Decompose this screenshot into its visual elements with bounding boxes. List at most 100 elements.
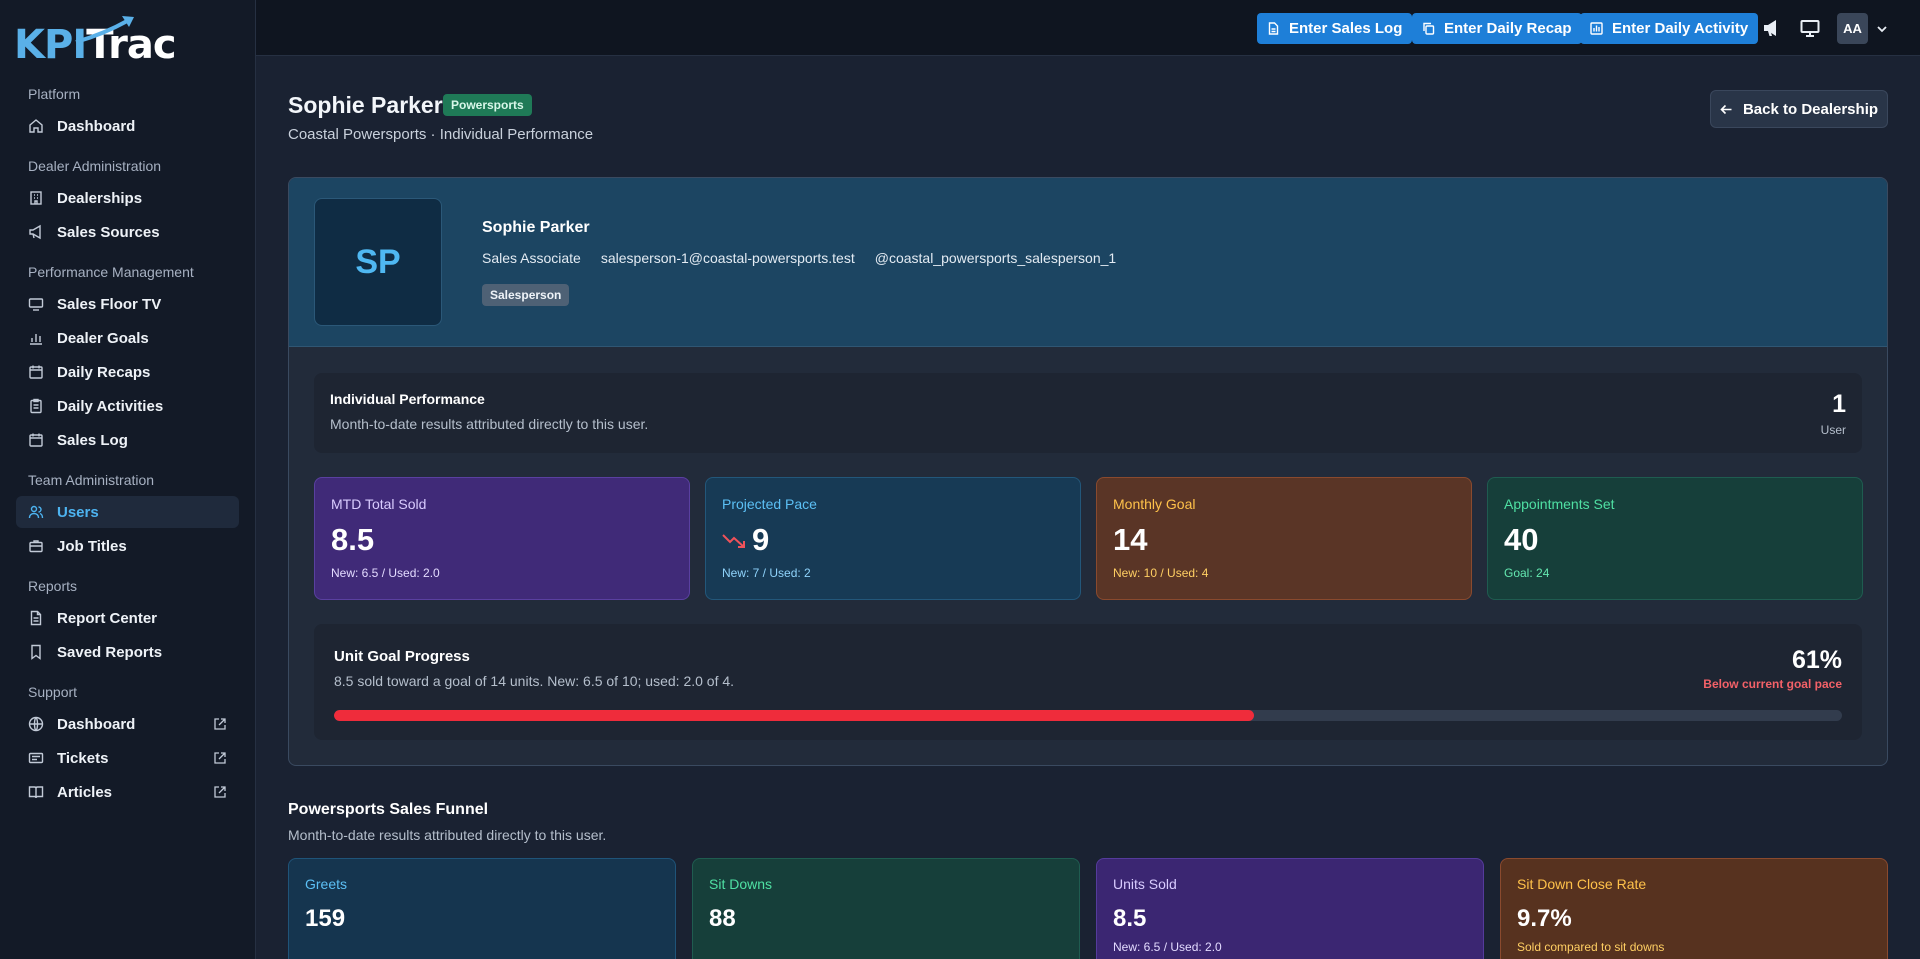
user-meta: Sales Associate salesperson-1@coastal-po… [482,250,1116,266]
enter-sales-log-label: Enter Sales Log [1289,20,1403,37]
user-username: @coastal_powersports_salesperson_1 [874,250,1117,266]
user-count: 1 [1832,390,1846,418]
section-title-support: Support [28,684,78,700]
document-icon [28,610,44,626]
funnel-subtitle: Month-to-date results attributed directl… [288,827,607,843]
announcement-icon[interactable] [1761,17,1783,39]
external-link-icon [213,751,227,765]
briefcase-icon [28,538,44,554]
section-title-dealer-administration: Dealer Administration [28,158,162,174]
enter-sales-log-button[interactable]: Enter Sales Log [1257,13,1413,44]
sidebar-item-sales-log[interactable]: Sales Log [16,424,239,456]
stat-value-text: 40 [1504,522,1539,557]
sidebar-item-report-center[interactable]: Report Center [16,602,239,634]
profile-header: SP Sophie Parker Sales Associate salespe… [289,178,1887,347]
funnel-label: Greets [305,876,348,892]
sidebar-item-users[interactable]: Users [16,496,239,528]
sidebar-item-support-dashboard[interactable]: Dashboard [16,708,239,740]
sidebar-item-tickets[interactable]: Tickets [16,742,239,774]
stat-value: 8.5 [331,522,374,558]
sidebar-item-label: Dealer Goals [57,329,149,347]
sidebar-item-label: Dashboard [57,117,136,135]
section-title-performance-management: Performance Management [28,264,194,280]
sidebar-nav: Platform Dashboard Dealer Administration… [16,84,239,810]
trending-down-icon [722,531,746,549]
stat-label: MTD Total Sold [331,496,427,512]
funnel-label: Units Sold [1113,876,1177,892]
copy-icon [1422,22,1435,35]
sidebar-item-daily-activities[interactable]: Daily Activities [16,390,239,422]
back-to-dealership-button[interactable]: Back to Dealership [1710,90,1888,128]
user-avatar: SP [314,198,442,326]
clipboard-icon [28,398,44,414]
user-email: salesperson-1@coastal-powersports.test [600,250,855,266]
sidebar: KPITrac Platform Dashboard Dealer Admini… [0,0,256,959]
goal-progress-percent: 61% [1791,646,1842,674]
sidebar-item-label: Daily Recaps [57,363,151,381]
sidebar-item-label: Dashboard [57,715,136,733]
sidebar-item-label: Sales Sources [57,223,160,241]
stat-card-projected-pace: Projected Pace 9 New: 7 / Used: 2 [705,477,1081,600]
ticket-icon [28,750,44,766]
building-icon [28,190,44,206]
goal-progress-title: Unit Goal Progress [334,648,470,665]
sidebar-item-articles[interactable]: Articles [16,776,239,808]
funnel-label: Sit Down Close Rate [1517,876,1647,892]
sidebar-item-label: Articles [57,783,113,801]
external-link-icon [213,717,227,731]
role-badge: Salesperson [482,284,570,306]
enter-daily-recap-button[interactable]: Enter Daily Recap [1412,13,1582,44]
sidebar-item-label: Dealerships [57,189,143,207]
avatar[interactable]: AA [1837,13,1868,44]
funnel-title: Powersports Sales Funnel [288,801,489,818]
chevron-down-icon[interactable] [1876,22,1888,34]
stat-card-mtd-total-sold: MTD Total Sold 8.5 New: 6.5 / Used: 2.0 [314,477,690,600]
funnel-value: 159 [305,905,346,932]
sidebar-item-label: Sales Floor TV [57,295,162,313]
goal-progress-track [334,710,1842,721]
page-subtitle: Coastal Powersports · Individual Perform… [288,126,594,143]
bar-chart-icon [28,330,44,346]
section-title-team-administration: Team Administration [28,472,155,488]
megaphone-icon [28,224,44,240]
sidebar-item-label: Users [57,503,99,521]
sidebar-item-dashboard[interactable]: Dashboard [16,110,239,142]
sidebar-item-sales-sources[interactable]: Sales Sources [16,216,239,248]
user-name: Sophie Parker [482,219,590,236]
stat-card-appointments-set: Appointments Set 40 Goal: 24 [1487,477,1863,600]
enter-daily-activity-label: Enter Daily Activity [1612,20,1749,37]
kpitrac-logo[interactable]: KPITrac [14,14,194,68]
stat-label: Monthly Goal [1113,496,1196,512]
performance-subtitle: Month-to-date results attributed directl… [330,416,649,432]
sidebar-item-dealerships[interactable]: Dealerships [16,182,239,214]
sidebar-item-saved-reports[interactable]: Saved Reports [16,636,239,668]
bookmark-icon [28,644,44,660]
back-button-label: Back to Dealership [1742,100,1879,118]
user-job-title: Sales Associate [482,250,581,266]
sidebar-item-sales-floor-tv[interactable]: Sales Floor TV [16,288,239,320]
home-icon [28,118,44,134]
sidebar-item-dealer-goals[interactable]: Dealer Goals [16,322,239,354]
trend-arrow-icon [75,16,134,44]
stat-sub: New: 7 / Used: 2 [722,566,811,580]
globe-icon [28,716,44,732]
sidebar-item-label: Sales Log [57,431,128,449]
stat-value-text: 9 [752,522,770,557]
profile-card: SP Sophie Parker Sales Associate salespe… [288,177,1888,766]
funnel-card-units-sold: Units Sold 8.5 New: 6.5 / Used: 2.0 [1096,858,1484,959]
stat-value: 14 [1113,522,1147,558]
monitor-icon[interactable] [1799,17,1821,39]
goal-progress-fill [334,710,1254,721]
enter-daily-activity-button[interactable]: Enter Daily Activity [1580,13,1759,44]
individual-performance-panel: Individual Performance Month-to-date res… [314,373,1862,453]
sidebar-item-daily-recaps[interactable]: Daily Recaps [16,356,239,388]
user-count-label: User [1820,423,1846,437]
stat-card-monthly-goal: Monthly Goal 14 New: 10 / Used: 4 [1096,477,1472,600]
sidebar-item-label: Report Center [57,609,158,627]
users-icon [28,504,44,520]
funnel-value: 9.7% [1517,905,1572,932]
stat-value-text: 14 [1113,522,1148,557]
funnel-sub: New: 6.5 / Used: 2.0 [1113,940,1222,954]
sidebar-item-job-titles[interactable]: Job Titles [16,530,239,562]
unit-goal-progress-panel: Unit Goal Progress 8.5 sold toward a goa… [314,624,1862,740]
